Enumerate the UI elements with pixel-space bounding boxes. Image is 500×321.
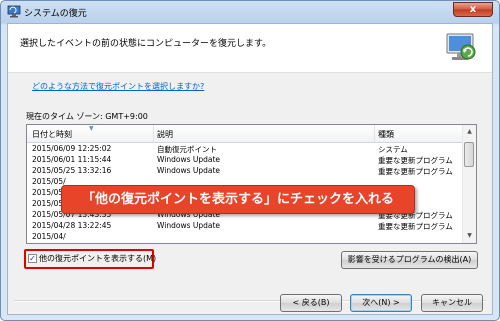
cell-datetime: 2015/06/01 11:15:44 — [32, 155, 112, 164]
list-header: ▼ 日付と時刻 説明 種類 — [27, 125, 465, 143]
scroll-down-icon[interactable]: ▼ — [464, 230, 475, 242]
scroll-up-icon[interactable]: ▲ — [464, 126, 475, 138]
cell-type: 重要な更新プログラム — [378, 167, 453, 176]
footer-divider — [14, 300, 486, 302]
timezone-label: 現在のタイム ゾーン: GMT+9:00 — [26, 112, 148, 121]
table-row[interactable]: 2015/04/ — [27, 232, 465, 243]
cell-type: システム — [378, 145, 408, 154]
scrollbar-thumb[interactable] — [464, 142, 474, 167]
next-button[interactable]: 次へ(N) > — [350, 294, 412, 312]
cell-datetime: 2015/04/ — [32, 232, 66, 241]
header-band: 選択したイベントの前の状態にコンピューターを復元します。 — [8, 24, 492, 73]
column-header-datetime[interactable]: 日付と時刻 — [32, 129, 72, 140]
column-header-description[interactable]: 説明 — [157, 129, 173, 140]
column-divider[interactable] — [153, 125, 154, 142]
dialog-client-area: 選択したイベントの前の状態にコンピューターを復元します。 どのような方法で復元ポ… — [7, 23, 493, 315]
system-restore-app-icon — [7, 5, 21, 18]
table-row[interactable]: 2015/05/25 13:32:16 Windows Update 重要な更新プロ… — [27, 166, 465, 177]
cell-description: Windows Update — [157, 155, 221, 164]
show-more-checkbox[interactable]: ✓ — [28, 254, 37, 263]
cell-description: Windows Update — [157, 221, 221, 230]
cell-description: 自動復元ポイント — [157, 145, 217, 154]
table-row[interactable]: 2015/04/28 13:22:45 Windows Update 重要な更新プロ… — [27, 221, 465, 232]
instruction-text: 選択したイベントの前の状態にコンピューターを復元します。 — [20, 39, 272, 49]
column-divider[interactable] — [374, 125, 375, 142]
title-bar[interactable]: システムの復元 x — [1, 1, 499, 23]
cell-datetime: 2015/06/09 12:25:02 — [32, 144, 112, 153]
close-button[interactable]: x — [453, 2, 493, 17]
table-row[interactable]: 2015/06/01 11:15:44 Windows Update 重要な更新プロ… — [27, 155, 465, 166]
vertical-scrollbar[interactable]: ▲ ▼ — [462, 125, 476, 243]
cell-description: Windows Update — [157, 166, 221, 175]
cell-datetime: 2015/04/28 13:22:45 — [32, 221, 112, 230]
scan-affected-programs-button[interactable]: 影響を受けるプログラムの検出(A) — [341, 251, 478, 269]
table-row[interactable]: 2015/06/09 12:25:02 自動復元ポイント システム — [27, 144, 465, 155]
cell-datetime: 2015/05/ — [32, 177, 66, 186]
close-icon: x — [469, 4, 477, 15]
column-header-type[interactable]: 種類 — [378, 129, 394, 140]
show-more-label[interactable]: 他の復元ポイントを表示する(M) — [39, 253, 156, 264]
system-restore-window: システムの復元 x 選択したイベントの前の状態にコンピューターを復元します。 ど… — [0, 0, 500, 321]
help-link[interactable]: どのような方法で復元ポイントを選択しますか? — [32, 81, 204, 92]
checkmark-icon: ✓ — [29, 254, 36, 263]
cell-datetime: 2015/05/25 13:32:16 — [32, 166, 112, 175]
instruction-callout: 「他の復元ポイントを表示する」にチェックを入れる — [61, 185, 415, 214]
cell-type: 重要な更新プログラム — [378, 222, 453, 231]
sort-ascending-icon: ▼ — [89, 125, 94, 132]
cell-type: 重要な更新プログラム — [378, 156, 453, 165]
restore-points-list[interactable]: ▼ 日付と時刻 説明 種類 2015/06/09 12:25:02 自動復元ポイン… — [26, 124, 477, 244]
cancel-button[interactable]: キャンセル — [421, 294, 483, 312]
back-button[interactable]: < 戻る(B) — [280, 294, 342, 312]
window-title: システムの復元 — [24, 9, 87, 19]
restore-computer-icon — [446, 33, 476, 60]
